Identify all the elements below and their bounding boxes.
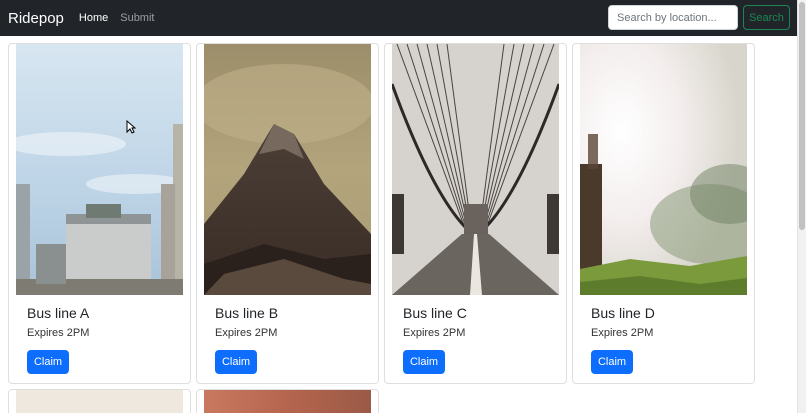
card-image [204, 390, 371, 413]
nav-link-submit[interactable]: Submit [120, 12, 154, 24]
claim-button[interactable]: Claim [27, 350, 69, 374]
card-expiry: Expires 2PM [591, 327, 654, 339]
nav-link-home[interactable]: Home [79, 12, 108, 24]
mouse-cursor-icon [126, 120, 136, 134]
card-image-forest-light [580, 44, 747, 295]
card-expiry: Expires 2PM [215, 327, 278, 339]
card-title: Bus line A [27, 305, 90, 321]
card-image-mountain [204, 44, 371, 295]
claim-button[interactable]: Claim [591, 350, 633, 374]
claim-button[interactable]: Claim [215, 350, 257, 374]
card-title: Bus line B [215, 305, 279, 321]
card-title: Bus line C [403, 305, 467, 321]
card-image-industrial [16, 44, 183, 295]
scrollbar-thumb[interactable] [799, 2, 805, 230]
card-bus-line-b: Bus line B Expires 2PM Claim [196, 43, 379, 384]
card-image-bridge [392, 44, 559, 295]
card-bus-line-c: Bus line C Expires 2PM Claim [384, 43, 567, 384]
card-bus-line-d: Bus line D Expires 2PM Claim [572, 43, 755, 384]
card-partial [8, 389, 191, 413]
card-expiry: Expires 2PM [27, 327, 90, 339]
card-partial [196, 389, 379, 413]
card-image [16, 390, 183, 413]
claim-button[interactable]: Claim [403, 350, 445, 374]
scrollbar[interactable] [797, 0, 806, 413]
card-title: Bus line D [591, 305, 655, 321]
card-bus-line-a: Bus line A Expires 2PM Claim [8, 43, 191, 384]
search-input[interactable] [608, 5, 738, 30]
brand-logo[interactable]: Ridepop [8, 10, 64, 27]
card-expiry: Expires 2PM [403, 327, 466, 339]
search-button[interactable]: Search [743, 5, 790, 30]
